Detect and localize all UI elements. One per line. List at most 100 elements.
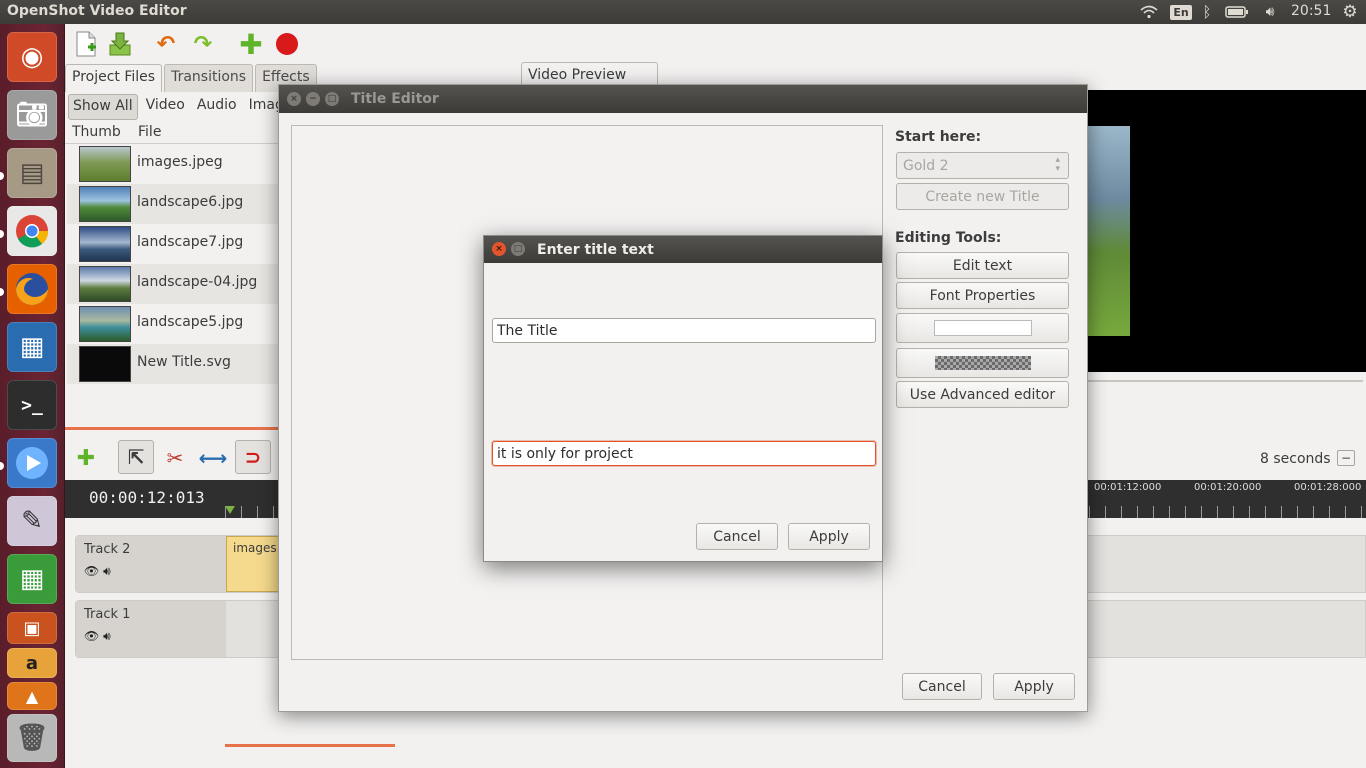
title-editor-titlebar[interactable]: × − □ Title Editor — [279, 85, 1087, 113]
maximize-icon[interactable]: □ — [511, 242, 525, 256]
track-header: Track 1 👁︎ 🔊︎ — [76, 601, 226, 657]
record-icon[interactable] — [273, 30, 301, 58]
start-here-label: Start here: — [895, 129, 982, 145]
snapping-magnet-icon[interactable]: ⊃ — [235, 440, 271, 474]
add-track-icon[interactable]: ✚ — [72, 444, 100, 472]
visibility-eye-icon[interactable]: 👁︎ — [84, 629, 99, 643]
file-thumbnail — [79, 226, 131, 262]
file-filter-bar: Show All Video Audio Imag — [68, 94, 292, 120]
add-track-icon[interactable]: ✚ — [237, 28, 265, 61]
cancel-button[interactable]: Cancel — [902, 673, 982, 700]
redo-icon[interactable]: ↷ — [189, 30, 217, 58]
tab-transitions[interactable]: Transitions — [164, 64, 254, 92]
tab-project-files[interactable]: Project Files — [65, 64, 163, 92]
close-icon[interactable]: × — [492, 242, 506, 256]
font-properties-button[interactable]: Font Properties — [896, 282, 1069, 309]
vlc-icon[interactable]: ▲ — [7, 682, 57, 710]
volume-icon[interactable]: 🔊︎ — [103, 629, 111, 643]
list-item[interactable]: New Title.svg — [67, 344, 279, 384]
title-line-2-input[interactable] — [492, 441, 876, 466]
spinner-arrows-icon: ▴ ▾ — [1055, 155, 1060, 174]
create-new-title-button[interactable]: Create new Title — [896, 183, 1069, 210]
apply-button[interactable]: Apply — [993, 673, 1075, 700]
undo-icon[interactable]: ↶ — [152, 30, 180, 58]
column-file[interactable]: File — [138, 124, 161, 140]
ubuntu-dash-icon[interactable]: ◉ — [7, 32, 57, 82]
terminal-icon[interactable]: >_ — [7, 380, 57, 430]
ruler-label: 00:01:12:000 — [1094, 482, 1162, 493]
chrome-icon[interactable] — [7, 206, 57, 256]
column-thumb[interactable]: Thumb — [72, 124, 121, 140]
timecode: 00:00:12:013 — [89, 488, 205, 507]
filter-video[interactable]: Video — [142, 94, 189, 120]
playhead-marker[interactable] — [225, 506, 235, 514]
transparent-swatch — [934, 356, 1031, 370]
ruler-label: 00:01:28:000 — [1294, 482, 1362, 493]
template-select[interactable]: Gold 2 ▴ ▾ — [896, 152, 1069, 179]
file-list-header: Thumb File — [65, 122, 279, 144]
file-list: images.jpeg landscape6.jpg landscape7.jp… — [67, 144, 279, 384]
volume-icon[interactable]: 🔊︎ — [1259, 0, 1281, 24]
filter-show-all[interactable]: Show All — [68, 94, 138, 120]
wifi-icon[interactable] — [1138, 0, 1160, 24]
resize-tool-icon[interactable]: ⟷ — [199, 444, 228, 472]
keyboard-layout-indicator[interactable]: En — [1170, 0, 1192, 24]
clock[interactable]: 20:51 — [1291, 3, 1331, 19]
firefox-icon[interactable] — [7, 264, 57, 314]
advanced-editor-button[interactable]: Use Advanced editor — [896, 381, 1069, 408]
impress-icon[interactable]: ▣ — [7, 612, 57, 644]
dialog-titlebar[interactable]: × □ Enter title text — [484, 236, 882, 263]
file-thumbnail — [79, 346, 131, 382]
razor-tool-icon[interactable]: ✂ — [161, 444, 189, 472]
text-color-button[interactable] — [896, 313, 1069, 343]
visibility-eye-icon[interactable]: 👁︎ — [84, 564, 99, 578]
track-header: Track 2 👁︎ 🔊︎ — [76, 536, 226, 592]
list-item[interactable]: landscape7.jpg — [67, 224, 279, 264]
close-icon[interactable]: × — [287, 92, 301, 106]
openshot-icon[interactable] — [7, 438, 57, 488]
cancel-button[interactable]: Cancel — [696, 523, 778, 550]
list-item[interactable]: landscape-04.jpg — [67, 264, 279, 304]
edit-text-button[interactable]: Edit text — [896, 252, 1069, 279]
battery-icon[interactable] — [1224, 0, 1250, 24]
apply-button[interactable]: Apply — [788, 523, 870, 550]
timeline-scrollbar[interactable] — [225, 744, 395, 747]
select-tool-icon[interactable]: ⇱ — [118, 440, 154, 474]
preview-seek-bar[interactable] — [1088, 380, 1363, 382]
editing-tools-label: Editing Tools: — [895, 230, 1002, 246]
zoom-label: 8 seconds — [1260, 451, 1331, 467]
timeline-clip[interactable]: images.j — [226, 536, 286, 592]
timeline-toolbar: ✚ ⇱ ✂ ⟷ ⊃ — [65, 436, 285, 476]
list-item[interactable]: images.jpeg — [67, 144, 279, 184]
panel-splitter[interactable] — [65, 427, 279, 430]
enter-title-dialog: × □ Enter title text Cancel Apply — [483, 235, 883, 562]
file-manager-icon[interactable]: ▤ — [7, 148, 57, 198]
ruler-label: 00:01:20:000 — [1194, 482, 1262, 493]
launcher: ◉ 📷︎ ▤ ▦ >_ ✎ ▦ ▣ a ▲ 🗑︎ — [0, 24, 65, 768]
inkscape-icon[interactable]: ✎ — [7, 496, 57, 546]
file-thumbnail — [79, 266, 131, 302]
camera-icon[interactable]: 📷︎ — [7, 90, 57, 140]
preview-frame — [1088, 126, 1130, 336]
maximize-icon[interactable]: □ — [325, 92, 339, 106]
zoom-out-button[interactable]: − — [1337, 450, 1355, 466]
writer-icon[interactable]: ▦ — [7, 322, 57, 372]
video-preview — [1088, 90, 1366, 372]
list-item[interactable]: landscape6.jpg — [67, 184, 279, 224]
bluetooth-icon[interactable]: ᛒ — [1199, 0, 1215, 24]
gear-icon[interactable]: ⚙ — [1339, 0, 1361, 24]
list-item[interactable]: landscape5.jpg — [67, 304, 279, 344]
file-thumbnail — [79, 186, 131, 222]
import-files-icon[interactable] — [106, 30, 134, 58]
minimize-icon[interactable]: − — [306, 92, 320, 106]
volume-icon[interactable]: 🔊︎ — [103, 564, 111, 578]
calc-icon[interactable]: ▦ — [7, 554, 57, 604]
filter-audio[interactable]: Audio — [193, 94, 241, 120]
title-line-1-input[interactable] — [492, 318, 876, 343]
amazon-icon[interactable]: a — [7, 648, 57, 678]
trash-icon[interactable]: 🗑︎ — [7, 714, 57, 762]
background-color-button[interactable] — [896, 348, 1069, 378]
track-name: Track 1 — [84, 607, 131, 622]
new-project-icon[interactable] — [72, 30, 100, 58]
main-toolbar: ↶ ↷ ✚ — [65, 24, 1366, 62]
